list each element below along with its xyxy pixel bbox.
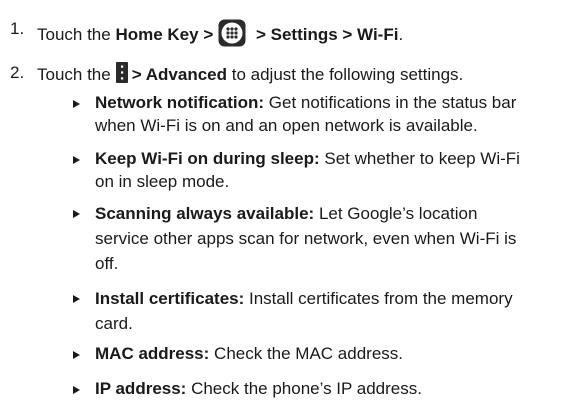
bullet-arrow-icon xyxy=(73,210,80,218)
bullet-term: Network notification: xyxy=(95,93,265,112)
bullet-arrow-icon xyxy=(73,100,80,108)
step-bold-settings-path: > Settings > Wi-Fi xyxy=(251,25,399,44)
step-suffix: to adjust the following settings. xyxy=(227,65,464,84)
bullet-term: IP address: xyxy=(95,379,187,398)
step-suffix: . xyxy=(398,25,404,44)
bullet-term: Scanning always available: xyxy=(95,204,315,223)
bullet-text: MAC address: Check the MAC address. xyxy=(95,342,535,365)
bullet-term: Install certificates: xyxy=(95,289,245,308)
step-number: 1. xyxy=(10,19,25,38)
bullet-text: Scanning always available: Let Google’s … xyxy=(95,201,535,276)
step-text: Touch the > Advanced to adjust the follow… xyxy=(37,62,463,86)
step-bold-advanced: > Advanced xyxy=(131,65,228,84)
step-text: Touch the Home Key > > Settings > Wi-Fi. xyxy=(37,18,403,48)
apps-grid-icon xyxy=(217,18,247,48)
bullet-text: IP address: Check the phone’s IP address… xyxy=(95,377,535,400)
step-prefix: Touch the xyxy=(37,25,116,44)
menu-overflow-icon xyxy=(115,62,128,83)
bullet-text: Install certificates: Install certificat… xyxy=(95,286,535,336)
bullet-arrow-icon xyxy=(73,295,80,303)
bullet-text: Network notification: Get notifications … xyxy=(95,91,535,137)
step-bold-home-key: Home Key > xyxy=(115,25,214,44)
bullet-text: Keep Wi-Fi on during sleep: Set whether … xyxy=(95,147,535,193)
step-prefix: Touch the xyxy=(37,65,111,84)
bullet-term: MAC address: xyxy=(95,344,210,363)
bullet-desc: Check the MAC address. xyxy=(209,344,404,363)
bullet-arrow-icon xyxy=(73,156,80,164)
bullet-arrow-icon xyxy=(73,386,80,394)
step-number: 2. xyxy=(10,63,25,82)
bullet-arrow-icon xyxy=(73,351,80,359)
bullet-desc: Check the phone’s IP address. xyxy=(186,379,422,398)
bullet-term: Keep Wi-Fi on during sleep: xyxy=(95,149,320,168)
